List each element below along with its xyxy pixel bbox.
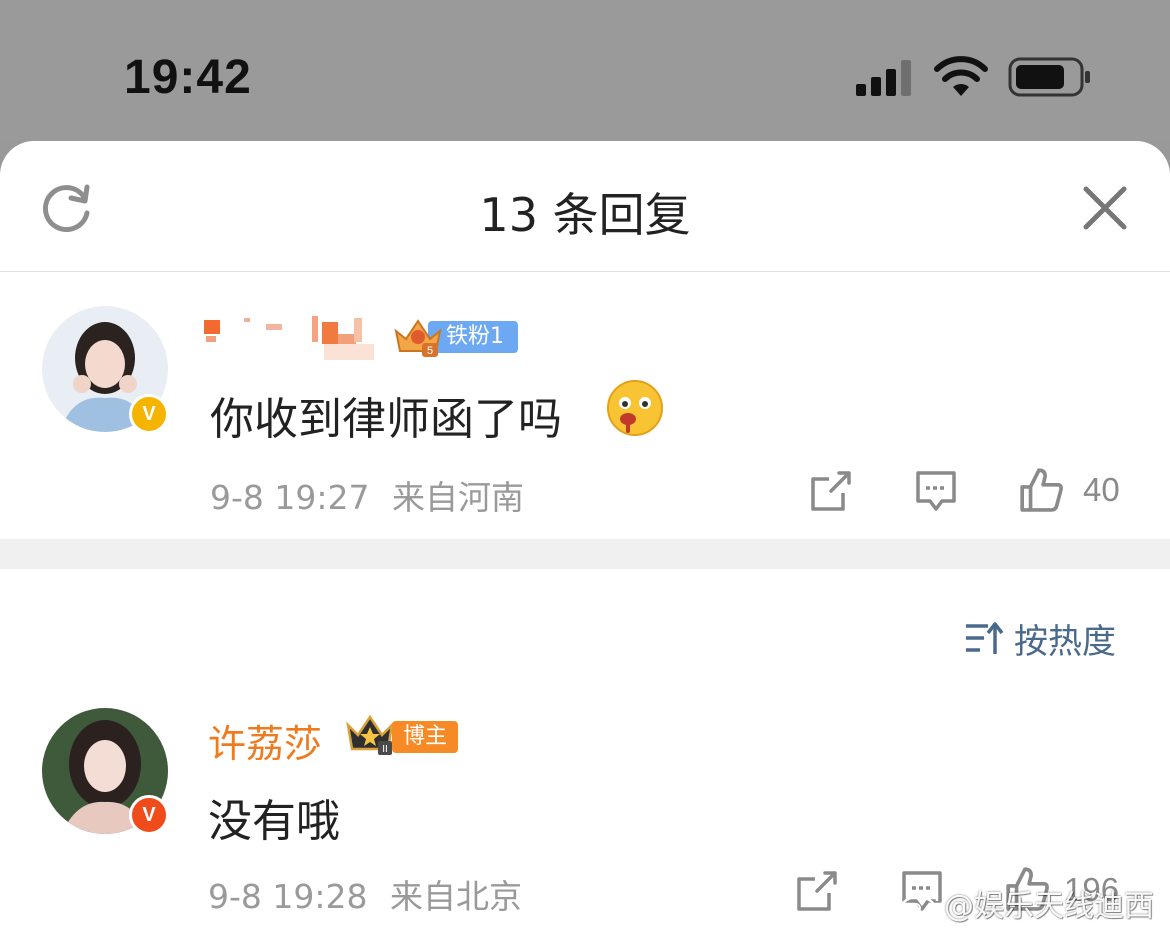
sort-label: 按热度 [1014,621,1116,662]
comment-meta: 9-8 19:27 来自河南 [210,471,524,519]
comment-time: 9-8 19:27 [210,478,370,517]
sort-by-hot-button[interactable]: 按热度 [964,615,1116,662]
comment-location: 来自河南 [392,478,524,517]
status-time: 19:42 [124,51,252,104]
sort-icon [966,622,1004,654]
status-bar: 19:42 [0,0,1170,142]
svg-text:II: II [382,744,388,755]
weibo-logo-icon [900,889,939,919]
like-count: 40 [1083,471,1120,508]
reply-text: 没有哦 [208,796,340,847]
crown-icon: II [346,714,394,755]
share-icon[interactable] [809,469,853,513]
close-icon[interactable] [1082,185,1128,231]
verified-badge-icon: V [129,795,169,835]
redacted-username[interactable] [204,314,379,362]
replies-sheet: 13 条回复 V 铁粉1 5 你收到律师函了吗 9-8 19:27 来自河南 4… [0,141,1170,929]
share-icon[interactable] [795,869,839,913]
reply-location: 来自北京 [390,877,522,916]
comment-icon[interactable] [914,469,958,513]
drooling-face-emoji [607,380,663,436]
sheet-header: 13 条回复 [0,141,1170,272]
svg-text:5: 5 [427,345,433,357]
battery-icon [1008,57,1090,97]
cellular-signal-icon [856,60,911,96]
reply-meta: 9-8 19:28 来自北京 [208,870,522,918]
watermark-text: @娱乐天线迪西 [944,889,1154,924]
comment-text: 你收到律师函了吗 [210,383,562,447]
comment-text-content: 你收到律师函了吗 [210,394,562,445]
blogger-badge: II 博主 [344,713,458,759]
like-icon[interactable] [1018,466,1064,512]
verified-badge-icon: V [129,394,169,434]
reply-username[interactable]: 许荔莎 [208,713,322,768]
reply-time: 9-8 19:28 [208,877,368,916]
section-divider [0,539,1170,569]
blogger-badge-label: 博主 [392,721,458,753]
crown-icon: 5 [394,319,442,357]
watermark: @娱乐天线迪西 [900,881,1154,925]
iron-fan-badge: 铁粉1 5 [392,317,518,357]
sheet-title: 13 条回复 [479,188,691,242]
wifi-icon [934,56,988,96]
